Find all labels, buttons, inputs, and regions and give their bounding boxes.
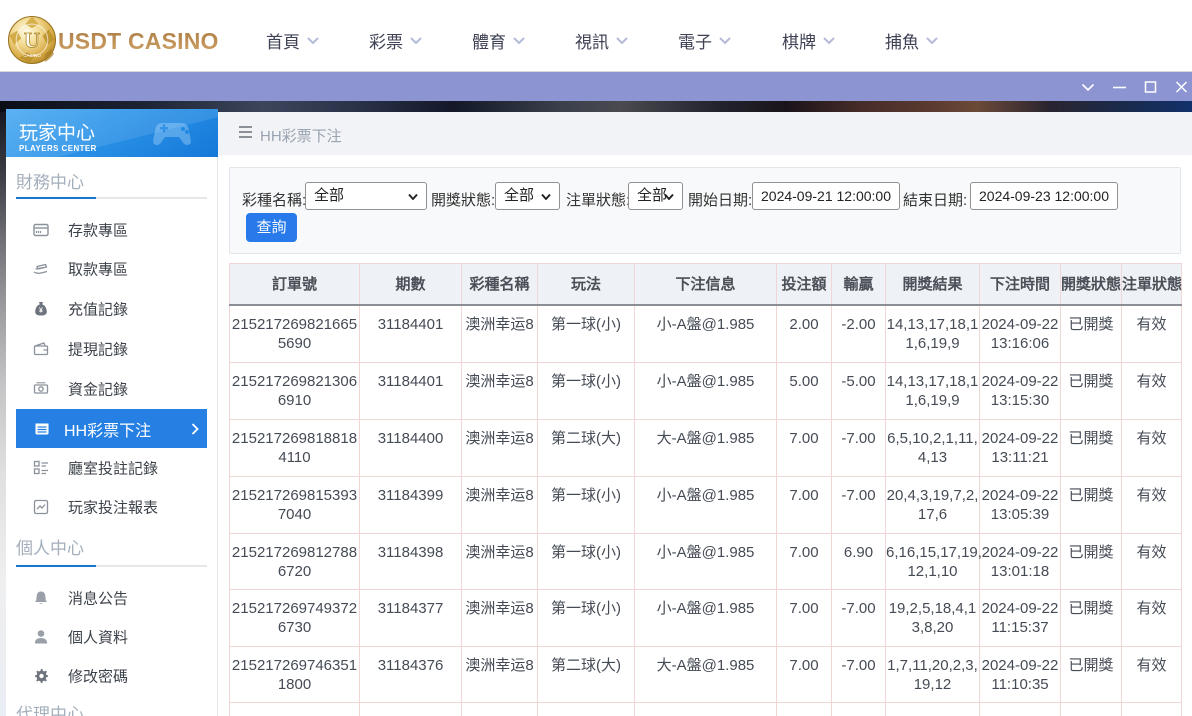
svg-text:U: U xyxy=(24,28,40,53)
svg-text:CASINO: CASINO xyxy=(23,53,41,58)
svg-text:¥: ¥ xyxy=(39,308,43,315)
